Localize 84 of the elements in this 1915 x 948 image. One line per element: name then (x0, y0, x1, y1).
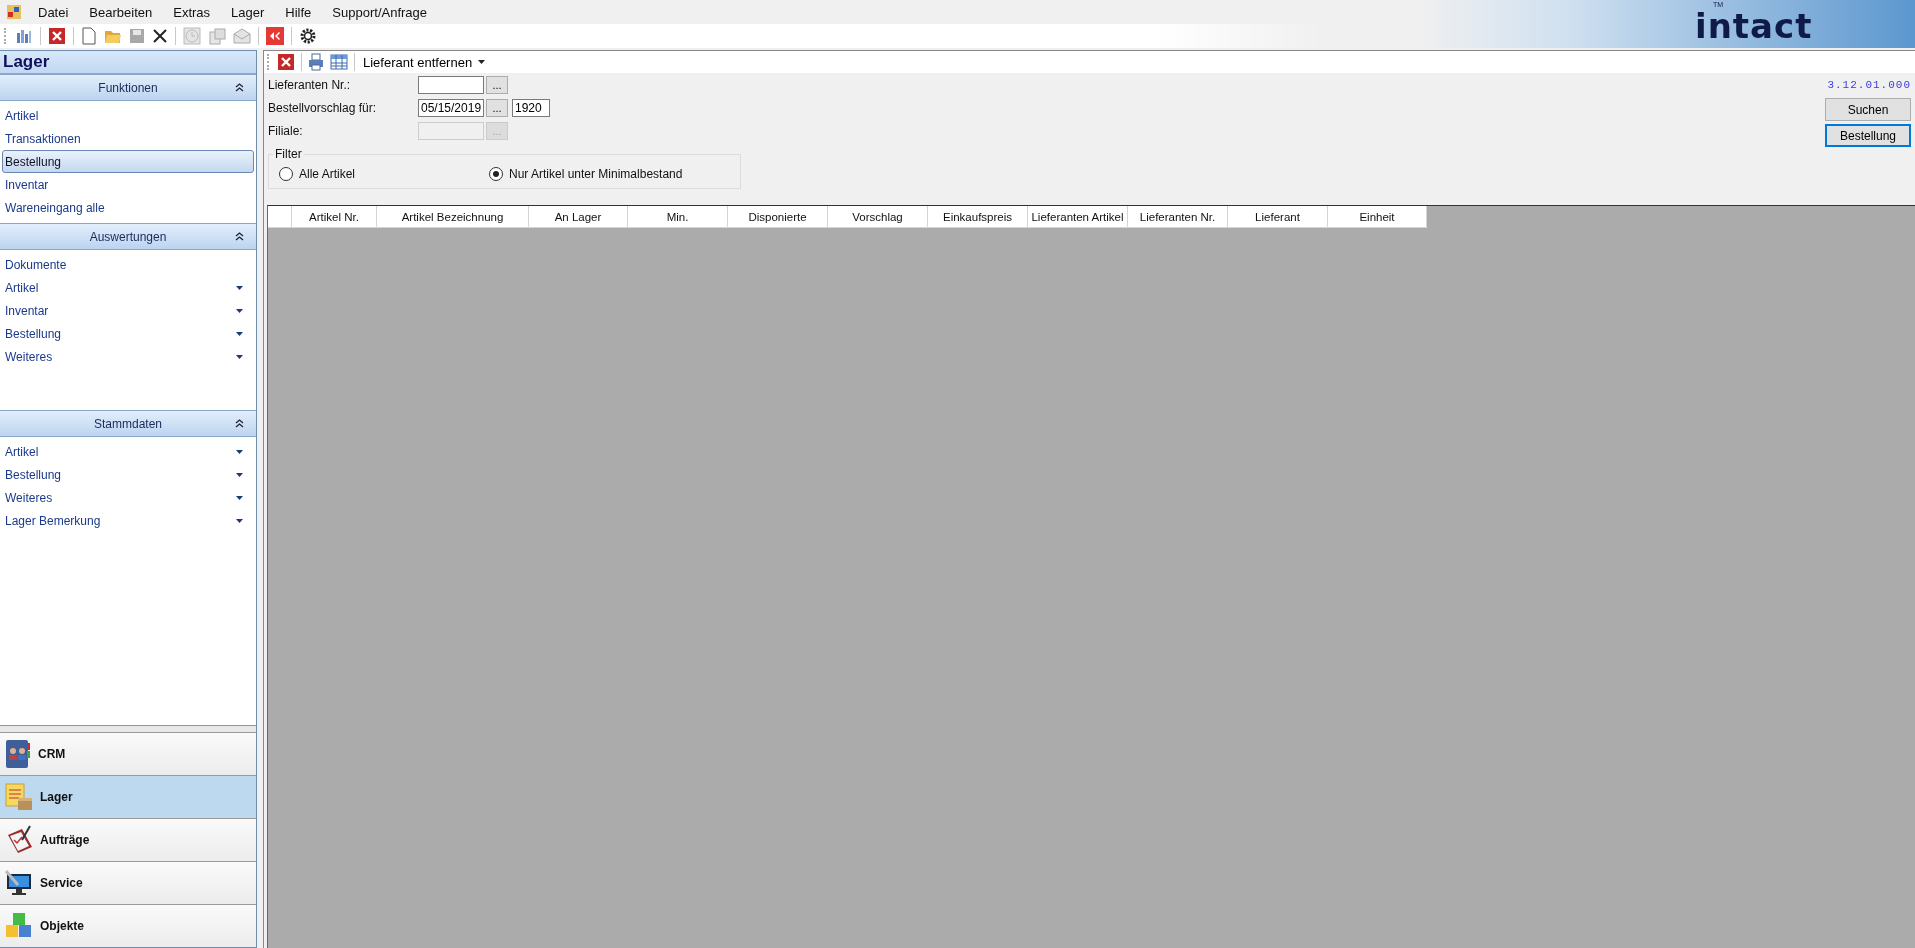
splitter-handle[interactable] (0, 725, 256, 732)
settings-icon[interactable] (299, 27, 317, 45)
printer-icon[interactable] (308, 53, 324, 71)
logo: intact (1695, 10, 1813, 42)
module-button[interactable]: Lager (0, 775, 256, 818)
table-icon[interactable] (330, 54, 348, 70)
sidebar-item[interactable]: Bestellung (2, 150, 254, 173)
field-label: Lieferanten Nr.: (268, 78, 352, 92)
notes-box-icon (4, 782, 34, 812)
close-icon[interactable] (277, 53, 295, 71)
version-number: 3.12.01.000 (1827, 79, 1911, 91)
exit-icon[interactable] (266, 27, 284, 45)
close-icon[interactable] (48, 27, 66, 45)
menu-item[interactable]: Extras (165, 4, 219, 20)
supplier-number-field[interactable] (418, 76, 484, 94)
section-header[interactable]: Auswertungen (0, 223, 256, 250)
group-title: Filter (274, 147, 303, 161)
radio-option[interactable]: Alle Artikel (279, 167, 489, 181)
sidebar-item[interactable]: Inventar (2, 173, 254, 196)
caret-icon (236, 285, 243, 290)
year-field[interactable]: 1920 (512, 99, 550, 117)
monitor-wrench-icon (4, 868, 34, 898)
caret-icon (236, 308, 243, 313)
sidebar-item[interactable]: Weiteres (2, 345, 254, 368)
column-header[interactable]: Einheit (1328, 206, 1427, 228)
browse-button[interactable]: ... (486, 76, 508, 94)
caret-icon (236, 331, 243, 336)
caret-icon (236, 472, 243, 477)
caret-icon (236, 354, 243, 359)
save-icon[interactable] (129, 28, 145, 44)
caret-icon (236, 518, 243, 523)
radio-label: Alle Artikel (299, 167, 356, 181)
column-header[interactable]: An Lager (529, 206, 628, 228)
module-button[interactable]: Objekte (0, 904, 256, 947)
caret-icon (478, 60, 486, 64)
sidebar-item[interactable]: Lager Bemerkung (2, 509, 254, 532)
remove-supplier-dropdown[interactable]: Lieferant entfernen (361, 54, 488, 70)
sidebar-item[interactable]: Artikel (2, 440, 254, 463)
sidebar-item[interactable]: Weiteres (2, 486, 254, 509)
section-header[interactable]: Stammdaten (0, 410, 256, 437)
caret-icon (236, 449, 243, 454)
sidebar-item[interactable]: Artikel (2, 104, 254, 127)
column-header[interactable]: Min. (628, 206, 728, 228)
column-header[interactable]: Artikel Nr. (292, 206, 377, 228)
delete-icon[interactable] (152, 28, 168, 44)
sidebar-item[interactable]: Transaktionen (2, 127, 254, 150)
new-document-icon[interactable] (81, 27, 97, 45)
menu-item[interactable]: Lager (223, 4, 273, 20)
module-button[interactable]: Service (0, 861, 256, 904)
column-header[interactable]: Artikel Bezeichnung (377, 206, 529, 228)
caret-icon (236, 495, 243, 500)
browse-button[interactable]: ... (486, 99, 508, 117)
radio-button[interactable] (489, 167, 503, 181)
sidebar-item[interactable]: Bestellung (2, 322, 254, 345)
section-header[interactable]: Funktionen (0, 74, 256, 101)
field-label: Filiale: (268, 124, 304, 138)
action-button[interactable]: Bestellung (1825, 124, 1911, 147)
menu-item[interactable]: Bearbeiten (81, 4, 161, 20)
date-field[interactable]: 05/15/2019 (418, 99, 484, 117)
action-button[interactable]: Suchen (1825, 98, 1911, 121)
column-header[interactable]: Lieferanten Nr. (1128, 206, 1228, 228)
app-icon[interactable] (6, 4, 22, 20)
address-book-icon (4, 739, 32, 769)
column-header[interactable]: Disponierte (728, 206, 828, 228)
panel-title: Lager (0, 51, 256, 74)
column-header[interactable]: Vorschlag (828, 206, 928, 228)
menu-item[interactable]: Support/Anfrage (324, 4, 436, 20)
radio-button[interactable] (279, 167, 293, 181)
chart-icon[interactable] (15, 27, 33, 45)
menu-item[interactable]: Hilfe (277, 4, 320, 20)
module-button[interactable]: Aufträge (0, 818, 256, 861)
menu-item[interactable]: Datei (30, 4, 77, 20)
sidebar-item[interactable]: Inventar (2, 299, 254, 322)
row-header-cell (268, 206, 292, 228)
field-label: Bestellvorschlag für: (268, 101, 378, 115)
sidebar-item[interactable]: Wareneingang alle (2, 196, 254, 219)
envelope-icon[interactable] (233, 27, 251, 45)
column-header[interactable]: Lieferant (1228, 206, 1328, 228)
sidebar-item[interactable]: Artikel (2, 276, 254, 299)
column-header[interactable]: Einkaufspreis (928, 206, 1028, 228)
sidebar-item[interactable]: Dokumente (2, 253, 254, 276)
column-header[interactable]: Lieferanten Artikel (1028, 206, 1128, 228)
sidebar-item[interactable]: Bestellung (2, 463, 254, 486)
module-button[interactable]: CRM (0, 732, 256, 775)
